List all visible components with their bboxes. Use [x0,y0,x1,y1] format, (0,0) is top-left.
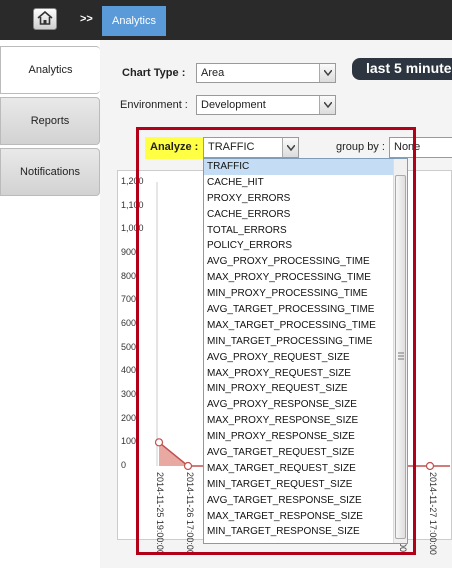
home-icon [37,10,53,28]
chart-type-select[interactable]: Area [196,63,336,83]
breadcrumb-separator: >> [80,13,93,25]
sidebar-tab-reports[interactable]: Reports [0,97,100,145]
highlight-box [136,127,416,555]
sidebar-tab-analytics[interactable]: Analytics [0,46,100,94]
chart-type-value: Area [201,67,225,79]
x-tick-label: 2014-11-27 17:00:00 [428,472,438,555]
time-range-badge[interactable]: last 5 minutes [352,58,452,80]
environment-value: Development [201,99,266,111]
chevron-down-icon [319,96,335,114]
home-button[interactable] [33,8,57,30]
chevron-down-icon [319,64,335,82]
data-point[interactable] [425,461,435,471]
chart-type-label: Chart Type : [122,67,186,79]
sidebar-tab-notifications[interactable]: Notifications [0,148,100,196]
environment-label: Environment : [120,99,188,111]
environment-select[interactable]: Development [196,95,336,115]
top-nav-bar: >> Analytics [0,0,452,40]
breadcrumb-analytics[interactable]: Analytics [102,6,166,36]
